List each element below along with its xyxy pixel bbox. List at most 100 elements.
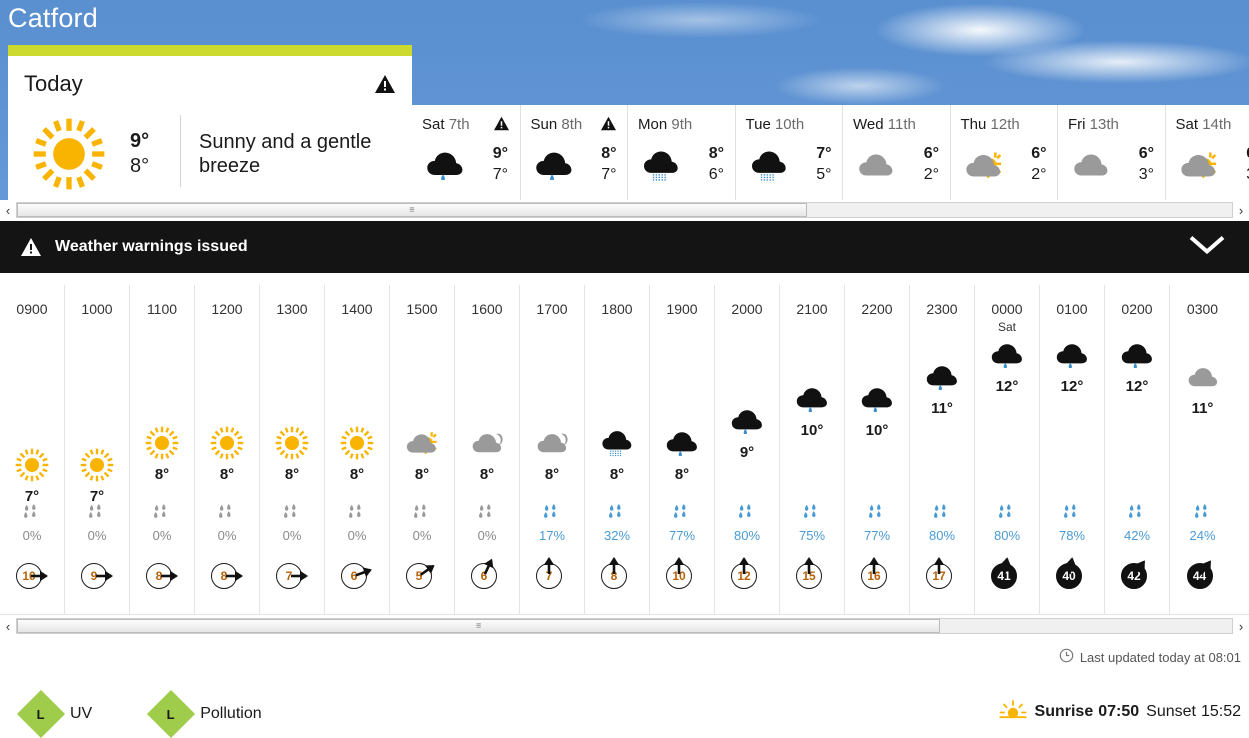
weather-warning-banner[interactable]: Weather warnings issued [0,221,1249,273]
scrollbar-thumb[interactable]: ≡ [17,203,807,217]
hour-weather-icon [455,423,519,463]
hour-forecast-column[interactable]: 0000 Sat 12° 80% 41 [975,285,1040,615]
chevron-down-icon[interactable] [1187,233,1227,262]
hour-temperature: 10° [800,422,824,439]
day-forecast-tile[interactable]: Tue 10th 7° 5° [734,105,842,210]
day-low: 5° [816,166,832,183]
day-weekday: Mon [638,116,668,133]
precipitation-icon [715,504,779,526]
day-forecast-tile[interactable]: Sat 14th 6° 3° [1164,105,1249,210]
index-label: Pollution [200,705,262,722]
hour-precipitation: 80% [975,504,1039,543]
hour-forecast-column[interactable]: 2000 9° 80% 12 [715,285,780,615]
hour-forecast-column[interactable]: 2200 10° 77% 16 [845,285,910,615]
hour-forecast-column[interactable]: 1700 8° 17% 7 [520,285,585,615]
hour-precipitation: 0% [130,504,194,543]
hour-temperature: 8° [154,466,170,483]
hour-precipitation: 0% [0,504,64,543]
hour-precipitation: 32% [585,504,649,543]
hour-forecast-column[interactable]: 1600 8° 0% 6 [455,285,520,615]
precipitation-icon [650,504,714,526]
hourly-forecast-grid[interactable]: 0900 7° 0% 10 1000 7° 0% 9 1100 8° 0% 8 … [0,285,1249,615]
day-low: 6° [708,166,724,183]
wind-speed-badge: 42 [1116,557,1158,591]
hour-temperature: 7° [89,488,105,505]
today-card[interactable]: Today 9° 8° Sunny and a gentle breeze [0,45,412,200]
index-item[interactable]: L Pollution [147,689,262,738]
hour-weather-icon [0,445,64,485]
hour-weather-icon [845,379,909,419]
precipitation-chance: 80% [993,528,1021,543]
hour-forecast-column[interactable]: 0300 11° 24% 44 [1170,285,1235,615]
day-weather-icon [1058,152,1124,178]
day-temperature-range: 6° 2° [909,144,939,186]
hour-forecast-column[interactable]: 1800 8° 32% 8 [585,285,650,615]
hour-wind: 8 [130,557,194,591]
day-forecast-tile[interactable]: Mon 9th 8° 6° [627,105,735,210]
hour-time: 0200 [1121,301,1153,317]
today-description: Sunny and a gentle breeze [199,130,372,177]
wind-speed-badge: 40 [1051,557,1093,591]
wind-speed-badge: 44 [1182,557,1224,591]
wind-speed-badge: 7 [271,557,313,591]
hour-forecast-column[interactable]: 1100 8° 0% 8 [130,285,195,615]
hour-forecast-column[interactable]: 0100 12° 78% 40 [1040,285,1105,615]
hour-precipitation: 0% [195,504,259,543]
hour-weather-icon [65,445,129,485]
scroll-left-arrow[interactable]: ‹ [0,619,16,634]
daily-forecast-strip[interactable]: Sat 7th 9° 7° Sun 8th 8° 7° Mon 9th 8° 6… [412,105,1249,210]
hour-forecast-column[interactable]: 2100 10° 75% 15 [780,285,845,615]
hour-weather-block: 7° [65,445,129,505]
hour-forecast-column[interactable]: 1400 8° 0% 6 [325,285,390,615]
sunrise-icon [999,699,1027,724]
day-forecast-tile[interactable]: Wed 11th 6° 2° [842,105,950,210]
hour-wind: 9 [65,557,129,591]
precipitation-chance: 0% [282,528,302,543]
hour-time: 0300 [1186,301,1219,317]
hour-precipitation: 0% [390,504,454,543]
hour-wind: 42 [1105,557,1169,591]
day-date: 12th [990,116,1020,133]
warning-triangle-icon[interactable] [493,116,510,136]
hour-forecast-column[interactable]: 1500 8° 0% 5 [390,285,455,615]
index-legend: L UV L Pollution [16,689,262,738]
hour-forecast-column[interactable]: 0900 7° 0% 10 [0,285,65,615]
hourly-scrollbar[interactable]: ‹ ≡ › [0,616,1249,636]
hour-weather-block: 10° [780,379,844,439]
day-date: 8th [561,116,583,133]
hour-forecast-column[interactable]: 1000 7° 0% 9 [65,285,130,615]
day-forecast-tile[interactable]: Fri 13th 6° 3° [1057,105,1165,210]
day-weekday: Sat [422,116,445,133]
scroll-left-arrow[interactable]: ‹ [0,203,16,218]
day-low: 3° [1232,165,1249,186]
daily-scrollbar[interactable]: ‹ ≡ › [0,200,1249,220]
day-forecast-tile[interactable]: Sun 8th 8° 7° [519,105,627,210]
hour-forecast-column[interactable]: 0200 12° 42% 42 [1105,285,1170,615]
day-temperature-range: 6° 2° [1017,144,1046,186]
scrollbar-thumb[interactable]: ≡ [17,619,941,633]
hour-forecast-column[interactable]: 1300 8° 0% 7 [260,285,325,615]
hour-weather-icon [1040,335,1104,375]
hour-temperature: 12° [1125,378,1149,395]
precipitation-chance: 0% [217,528,237,543]
day-weather-icon [412,150,478,181]
hour-weather-icon [910,357,974,397]
hour-time: 0100 [1056,301,1088,317]
hour-forecast-column[interactable]: 1200 8° 0% 8 [195,285,260,615]
hour-forecast-column[interactable]: 1900 8° 77% 10 [650,285,715,615]
hour-wind: 12 [715,557,779,591]
warning-triangle-icon[interactable] [374,74,396,99]
hour-forecast-column[interactable]: 2300 11° 80% 17 [910,285,975,615]
scrollbar-track[interactable]: ≡ [16,618,1233,634]
scrollbar-track[interactable]: ≡ [16,202,1233,218]
hour-wind: 6 [455,557,519,591]
scroll-right-arrow[interactable]: › [1233,619,1249,634]
day-date: 10th [774,116,805,133]
warning-triangle-icon[interactable] [600,116,617,136]
scroll-right-arrow[interactable]: › [1233,203,1249,218]
index-item[interactable]: L UV [16,689,92,738]
day-forecast-tile[interactable]: Thu 12th 6° 2° [949,105,1057,210]
day-forecast-tile[interactable]: Sat 7th 9° 7° [412,105,520,210]
day-high: 7° [816,145,832,163]
day-weather-icon [736,149,802,182]
